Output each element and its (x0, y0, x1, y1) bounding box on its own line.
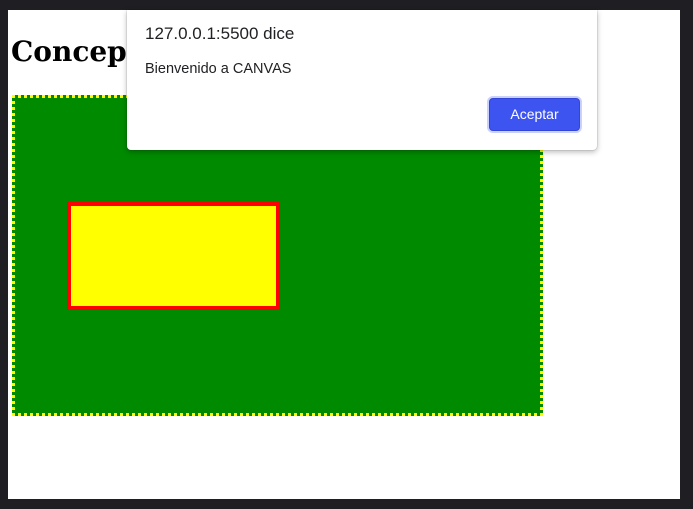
page-title: Concept (11, 35, 140, 68)
alert-dialog: 127.0.0.1:5500 dice Bienvenido a CANVAS … (127, 10, 597, 150)
canvas-yellow-rectangle (67, 202, 280, 310)
alert-origin-title: 127.0.0.1:5500 dice (145, 24, 295, 43)
alert-ok-button[interactable]: Aceptar (489, 98, 580, 131)
alert-message: Bienvenido a CANVAS (145, 61, 292, 77)
